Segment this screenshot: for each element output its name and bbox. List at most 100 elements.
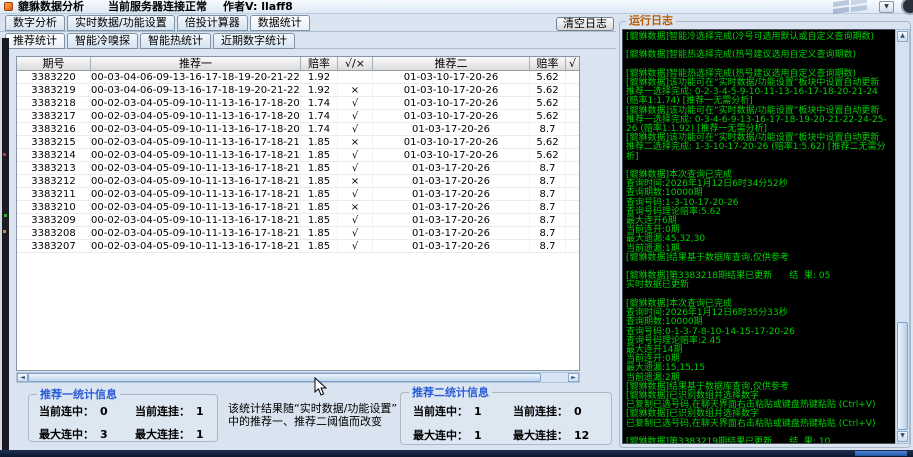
table-cell: 01-03-10-17-20-26 (373, 110, 530, 122)
horizontal-scrollbar[interactable]: ◄ ► (16, 372, 580, 383)
horizontal-scrollbar-thumb[interactable] (28, 373, 541, 382)
log-output: [貔貅数据]智能冷选择完成(冷号可选用默认或自定义查询期数) [貔貅数据]智能热… (622, 29, 896, 444)
corner-app-icon (901, 0, 913, 15)
table-cell: 3383217 (17, 110, 91, 122)
table-cell: 01-03-17-20-26 (373, 240, 530, 252)
table-row[interactable]: 338321200-02-03-04-05-09-10-11-13-16-17-… (17, 175, 579, 188)
table-row[interactable]: 338320800-02-03-04-05-09-10-11-13-16-17-… (17, 227, 579, 240)
log-text: [貔貅数据]智能冷选择完成(冷号可选用默认或自定义查询期数) [貔貅数据]智能热… (626, 33, 892, 444)
chevron-down-button[interactable]: ▼ (879, 1, 894, 13)
table-cell (566, 136, 579, 148)
column-header-3[interactable]: √/× (338, 57, 373, 70)
table-cell: × (338, 136, 373, 148)
table-cell: 5.62 (530, 136, 566, 148)
table-cell: √ (338, 214, 373, 226)
stat-max-hit: 最大连中：1 (413, 427, 482, 443)
table-cell: 3383212 (17, 175, 91, 187)
table-cell: √ (338, 97, 373, 109)
table-row[interactable]: 338320700-02-03-04-05-09-10-11-13-16-17-… (17, 240, 579, 253)
app-icon (4, 2, 13, 11)
table-row[interactable]: 338321400-02-03-04-05-09-10-11-13-16-17-… (17, 149, 579, 162)
table-row[interactable]: 338322000-03-04-06-09-13-16-17-18-19-20-… (17, 71, 579, 84)
table-cell: 1.85 (301, 214, 338, 226)
table-row[interactable]: 338321500-02-03-04-05-09-10-11-13-16-17-… (17, 136, 579, 149)
table-row[interactable]: 338321300-02-03-04-05-09-10-11-13-16-17-… (17, 162, 579, 175)
table-cell (566, 123, 579, 135)
table-row[interactable]: 338321000-02-03-04-05-09-10-11-13-16-17-… (17, 201, 579, 214)
main-tab-2[interactable]: 倍投计算器 (177, 15, 248, 31)
rec1-stats-title: 推荐一统计信息 (37, 388, 120, 401)
vertical-scrollbar[interactable]: ▲ ▼ (895, 29, 910, 444)
stat-current-miss: 当前连挂：0 (513, 403, 582, 419)
main-tab-0[interactable]: 数字分析 (5, 15, 65, 31)
table-cell: √ (338, 162, 373, 174)
stat-current-hit: 当前连中：0 (39, 403, 108, 419)
table-header-row: 期号推荐一赔率√/×推荐二赔率√ (17, 57, 579, 71)
table-cell (566, 240, 579, 252)
table-cell: √ (338, 240, 373, 252)
table-row[interactable]: 338320900-02-03-04-05-09-10-11-13-16-17-… (17, 214, 579, 227)
table-cell: 8.7 (530, 162, 566, 174)
table-cell: 01-03-10-17-20-26 (373, 71, 530, 83)
table-cell: × (338, 201, 373, 213)
table-cell: 00-02-03-04-05-09-10-11-13-16-17-18-21-2… (91, 227, 301, 239)
table-cell: 3383208 (17, 227, 91, 239)
table-cell: 3383214 (17, 149, 91, 161)
run-log-title: 运行日志 (626, 14, 676, 27)
table-cell (566, 97, 579, 109)
rec1-stats-groupbox: 推荐一统计信息 当前连中：0 当前连挂：1 最大连中：3 最大连挂：1 (28, 394, 218, 442)
table-cell: 1.74 (301, 123, 338, 135)
sub-tab-3[interactable]: 近期数字统计 (213, 33, 295, 49)
scroll-up-button[interactable]: ▲ (897, 31, 908, 42)
table-row[interactable]: 338321600-02-03-04-05-09-10-11-13-16-17-… (17, 123, 579, 136)
column-header-4[interactable]: 推荐二 (373, 57, 530, 70)
table-cell: 00-02-03-04-05-09-10-11-13-16-17-18-21-2… (91, 162, 301, 174)
column-header-6[interactable]: √ (566, 57, 579, 70)
table-cell: 00-03-04-06-09-13-16-17-18-19-20-21-22-2… (91, 84, 301, 96)
run-log-groupbox: 运行日志 [貔貅数据]智能冷选择完成(冷号可选用默认或自定义查询期数) [貔貅数… (619, 21, 911, 448)
main-tab-3[interactable]: 数据统计 (250, 15, 310, 31)
sub-tab-0[interactable]: 推荐统计 (5, 33, 65, 49)
column-header-2[interactable]: 赔率 (301, 57, 338, 70)
table-cell: 1.85 (301, 149, 338, 161)
table-cell: 1.92 (301, 84, 338, 96)
column-header-1[interactable]: 推荐一 (91, 57, 301, 70)
table-cell: 5.62 (530, 110, 566, 122)
table-cell: 3383215 (17, 136, 91, 148)
table-cell: × (338, 175, 373, 187)
vertical-scrollbar-thumb[interactable] (897, 322, 908, 430)
table-cell: 01-03-10-17-20-26 (373, 149, 530, 161)
table-row[interactable]: 338321900-03-04-06-09-13-16-17-18-19-20-… (17, 84, 579, 97)
taskbar-highlight (855, 451, 907, 456)
table-cell: 01-03-10-17-20-26 (373, 136, 530, 148)
table-cell: 01-03-17-20-26 (373, 188, 530, 200)
column-header-0[interactable]: 期号 (17, 57, 91, 70)
table-cell: 3383211 (17, 188, 91, 200)
table-cell: 5.62 (530, 84, 566, 96)
table-cell: 00-02-03-04-05-09-10-11-13-16-17-18-21-2… (91, 175, 301, 187)
table-cell (566, 227, 579, 239)
main-tab-1[interactable]: 实时数据/功能设置 (67, 15, 175, 31)
server-status: 当前服务器连接正常 (108, 0, 207, 14)
table-cell: 00-02-03-04-05-09-10-11-13-16-17-18-20-2… (91, 123, 301, 135)
table-cell: 1.85 (301, 175, 338, 187)
table-cell: √ (338, 227, 373, 239)
clear-log-button[interactable]: 清空日志 (556, 17, 614, 31)
scroll-down-button[interactable]: ▼ (897, 431, 908, 442)
table-cell: 01-03-17-20-26 (373, 123, 530, 135)
table-body: 338322000-03-04-06-09-13-16-17-18-19-20-… (17, 71, 579, 253)
column-header-5[interactable]: 赔率 (530, 57, 566, 70)
rec2-stats-title: 推荐二统计信息 (409, 386, 492, 399)
table-row[interactable]: 338321700-02-03-04-05-09-10-11-13-16-17-… (17, 110, 579, 123)
scroll-left-button[interactable]: ◄ (17, 373, 28, 382)
sub-tab-2[interactable]: 智能热统计 (140, 33, 211, 49)
table-cell: 3383210 (17, 201, 91, 213)
table-cell: 01-03-17-20-26 (373, 227, 530, 239)
table-cell: 8.7 (530, 227, 566, 239)
table-row[interactable]: 338321800-02-03-04-05-09-10-11-13-16-17-… (17, 97, 579, 110)
table-cell: 00-02-03-04-05-09-10-11-13-16-17-18-21-2… (91, 149, 301, 161)
table-cell: 1.85 (301, 227, 338, 239)
sub-tab-1[interactable]: 智能冷嗅探 (67, 33, 138, 49)
scroll-right-button[interactable]: ► (568, 373, 579, 382)
table-row[interactable]: 338321100-02-03-04-05-09-10-11-13-16-17-… (17, 188, 579, 201)
